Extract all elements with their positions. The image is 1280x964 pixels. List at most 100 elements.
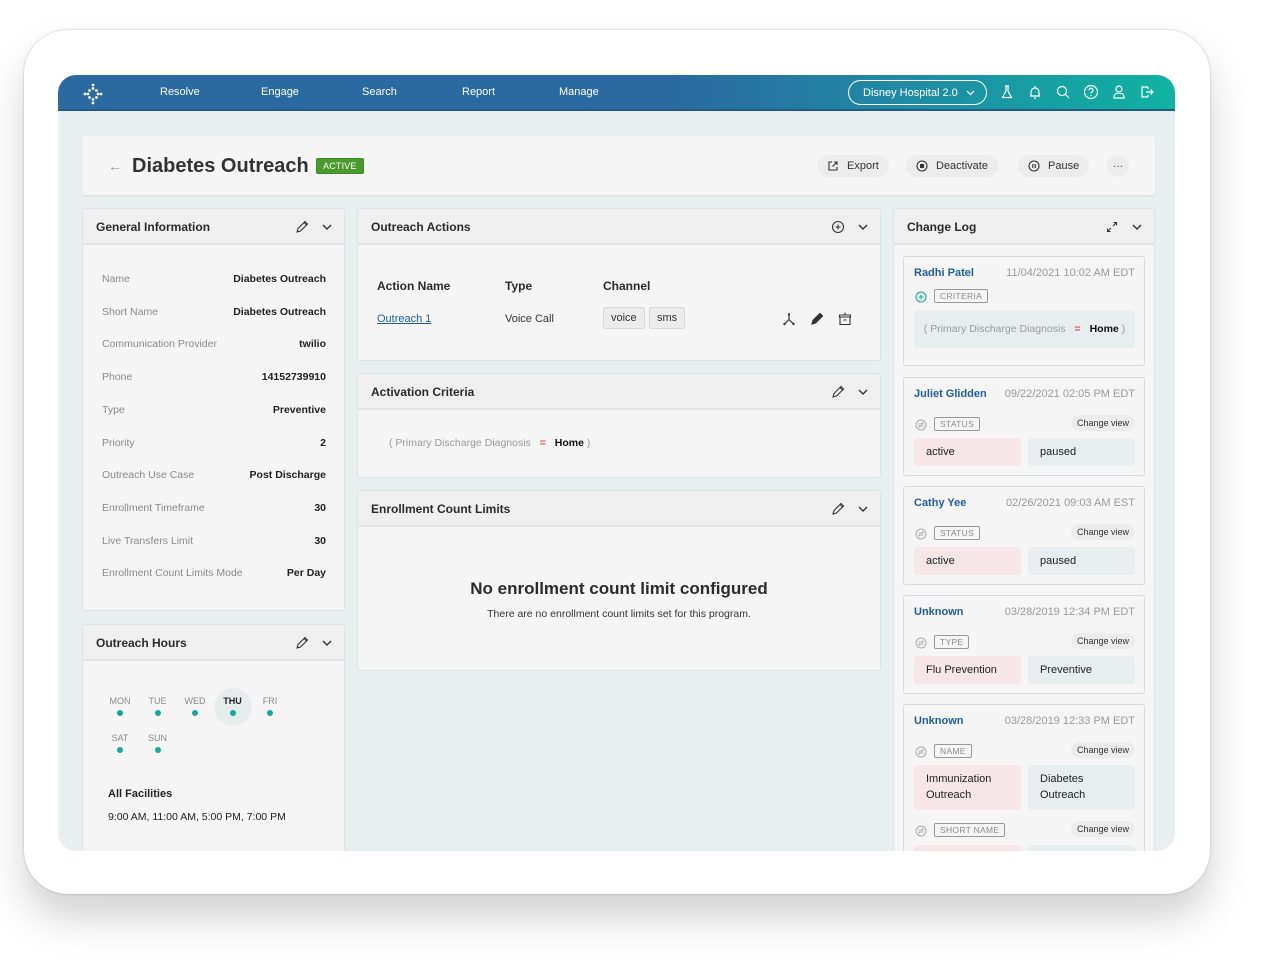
chevron-down-icon[interactable] (856, 385, 870, 399)
general-information-panel: General Information Name Diabetes Outreac… (82, 208, 345, 611)
log-field-tag: STATUS (934, 526, 981, 540)
day-tue[interactable]: TUE (140, 696, 176, 716)
empty-state-text: There are no enrollment count limits set… (487, 608, 751, 620)
info-row: Short Name Diabetes Outreach (102, 306, 326, 318)
info-row: Priority 2 (102, 437, 326, 449)
page-title: Diabetes Outreach (132, 155, 309, 177)
log-user[interactable]: Cathy Yee (914, 497, 966, 509)
log-user[interactable]: Juliet Glidden (914, 388, 987, 400)
change-log-entry: Juliet Glidden 09/22/2021 02:05 PM EDT S… (903, 377, 1145, 476)
info-row: Live Transfers Limit 30 (102, 535, 326, 547)
log-user[interactable]: Unknown (914, 606, 964, 618)
pencil-icon[interactable] (810, 312, 824, 326)
info-value: 2 (320, 436, 326, 449)
day-label: WED (184, 696, 206, 706)
info-row: Enrollment Timeframe 30 (102, 502, 326, 514)
day-fri[interactable]: FRI (252, 696, 288, 716)
day-enabled-dot (117, 710, 123, 716)
info-row: Phone 14152739910 (102, 371, 326, 383)
change-view-button[interactable]: Change view (1070, 633, 1135, 649)
change-view-button[interactable]: Change view (1070, 821, 1135, 837)
app-screen: Resolve Engage Search Report Manage Disn… (58, 75, 1175, 851)
day-sun[interactable]: SUN (140, 733, 176, 753)
info-label: Enrollment Timeframe (102, 501, 205, 514)
nav-search[interactable]: Search (362, 86, 397, 98)
change-view-button[interactable]: Change view (1070, 742, 1135, 758)
change-view-button[interactable]: Change view (1070, 415, 1135, 431)
day-enabled-dot (267, 710, 273, 716)
nav-manage[interactable]: Manage (559, 86, 599, 98)
outreach-hours-panel: Outreach Hours MON TUE WED THU FRI SAT SUN All… (82, 624, 345, 851)
day-enabled-dot (154, 747, 161, 753)
more-options-button[interactable]: ··· (1107, 155, 1129, 177)
archive-icon[interactable] (838, 312, 852, 326)
chevron-down-icon[interactable] (856, 502, 870, 516)
outreach-times: 9:00 AM, 11:00 AM, 5:00 PM, 7:00 PM (108, 811, 286, 823)
chevron-down-icon[interactable] (320, 636, 334, 650)
pencil-icon[interactable] (295, 636, 309, 650)
nav-report[interactable]: Report (462, 86, 495, 98)
panel-title: Activation Criteria (371, 385, 475, 399)
change-log-entry: Radhi Patel 11/04/2021 10:02 AM EDT CRIT… (903, 256, 1145, 366)
info-label: Short Name (102, 305, 159, 318)
criteria-value: Home (554, 437, 584, 449)
action-name-link[interactable]: Outreach 1 (377, 313, 431, 325)
nav-engage[interactable]: Engage (261, 86, 299, 98)
export-button[interactable]: Export (817, 155, 889, 177)
panel-title: Outreach Hours (96, 636, 187, 650)
day-wed[interactable]: WED (177, 696, 213, 716)
dotted-diamond-logo[interactable] (82, 83, 104, 105)
day-thu[interactable]: THU (215, 696, 251, 716)
old-value: Flu Prevention (914, 656, 1021, 684)
info-value: Post Discharge (249, 469, 326, 482)
nav-resolve[interactable]: Resolve (160, 86, 200, 98)
old-value: active (914, 438, 1021, 466)
column-header-action-name: Action Name (377, 279, 451, 293)
search-icon[interactable] (1055, 84, 1071, 100)
criteria-operator: = (1074, 323, 1081, 335)
day-mon[interactable]: MON (102, 696, 138, 716)
pause-button[interactable]: Pause (1018, 155, 1090, 177)
chevron-down-icon[interactable] (856, 220, 870, 234)
log-user[interactable]: Radhi Patel (914, 267, 974, 279)
deactivate-button[interactable]: Deactivate (906, 155, 998, 177)
expand-icon[interactable] (1105, 220, 1119, 234)
logout-icon[interactable] (1139, 84, 1155, 100)
info-label: Type (102, 403, 125, 416)
flask-icon[interactable] (999, 84, 1015, 100)
change-log-entry: Unknown 03/28/2019 12:33 PM EDT NAME Cha… (903, 704, 1145, 851)
pencil-icon[interactable] (831, 385, 845, 399)
info-value: twilio (299, 338, 326, 351)
pencil-icon[interactable] (831, 502, 845, 516)
criteria-operator: = (539, 437, 546, 449)
panel-header: Outreach Hours (83, 625, 344, 661)
add-circle-icon (915, 290, 927, 303)
organization-selector[interactable]: Disney Hospital 2.0 (848, 80, 987, 105)
bell-icon[interactable] (1027, 84, 1043, 100)
day-sat[interactable]: SAT (102, 733, 138, 753)
info-row: Outreach Use Case Post Discharge (102, 469, 326, 481)
activation-criteria-panel: Activation Criteria ( Primary Discharge … (357, 373, 881, 478)
organization-name: Disney Hospital 2.0 (863, 86, 958, 99)
change-view-button[interactable]: Change view (1070, 524, 1135, 540)
info-value: Diabetes Outreach (233, 305, 326, 318)
chevron-down-icon[interactable] (1130, 220, 1144, 234)
pencil-icon[interactable] (295, 220, 309, 234)
info-value: Preventive (272, 403, 326, 416)
user-icon[interactable] (1111, 84, 1127, 100)
chevron-down-icon[interactable] (320, 220, 334, 234)
flow-branch-icon[interactable] (782, 312, 796, 326)
log-timestamp: 03/28/2019 12:34 PM EDT (1004, 606, 1135, 618)
info-label: Live Transfers Limit (102, 534, 194, 547)
log-user[interactable]: Unknown (914, 715, 964, 727)
help-icon[interactable] (1083, 84, 1099, 100)
swap-icon (915, 824, 927, 837)
day-label: SAT (111, 733, 129, 743)
log-timestamp: 09/22/2021 02:05 PM EDT (1004, 388, 1135, 400)
empty-state-title: No enrollment count limit configured (470, 579, 768, 598)
add-circle-icon[interactable] (831, 220, 845, 234)
day-enabled-dot (154, 710, 161, 716)
arrow-left-icon[interactable]: ← (108, 158, 122, 174)
panel-title: Enrollment Count Limits (371, 502, 511, 516)
day-enabled-dot (229, 710, 236, 716)
